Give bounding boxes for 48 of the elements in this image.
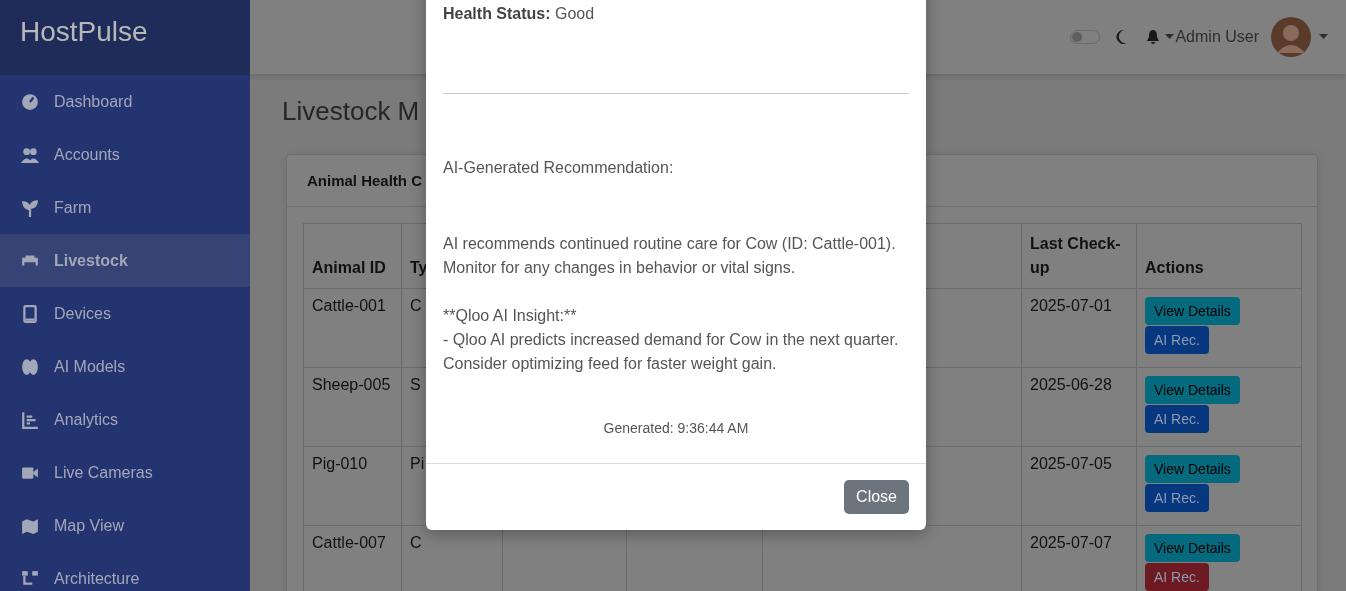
view-details-button[interactable]: View Details bbox=[1145, 376, 1240, 404]
sidebar-item[interactable]: Dashboard bbox=[0, 75, 250, 128]
sidebar-icon bbox=[20, 410, 40, 429]
sidebar-icon bbox=[20, 569, 40, 588]
sidebar-item[interactable]: Analytics bbox=[0, 393, 250, 446]
table-cell: 2025-06-28 bbox=[1021, 367, 1137, 447]
view-details-button[interactable]: View Details bbox=[1145, 297, 1240, 325]
table-cell: Cattle-007 bbox=[303, 525, 402, 591]
health-status: Health Status: Good bbox=[443, 4, 596, 24]
sidebar-item[interactable]: Live Cameras bbox=[0, 446, 250, 499]
view-details-button[interactable]: View Details bbox=[1145, 455, 1240, 483]
sidebar-icon bbox=[20, 145, 40, 164]
generated-time: Generated: 9:36:44 AM bbox=[602, 419, 750, 438]
user-avatar[interactable] bbox=[1271, 17, 1311, 57]
table-cell: 2025-07-05 bbox=[1021, 446, 1137, 526]
recommendation-heading: AI-Generated Recommendation: bbox=[443, 158, 675, 178]
page-title: Livestock M bbox=[282, 96, 421, 128]
sidebar-item[interactable]: Farm bbox=[0, 181, 250, 234]
table-cell: Pig-010 bbox=[303, 446, 402, 526]
table-cell: 2025-07-01 bbox=[1021, 288, 1137, 368]
view-details-button[interactable]: View Details bbox=[1145, 534, 1240, 562]
moon-icon[interactable] bbox=[1114, 29, 1129, 45]
sidebar-icon bbox=[20, 357, 40, 376]
ai-recommendation-button[interactable]: AI Rec. bbox=[1145, 563, 1209, 591]
caret-icon[interactable] bbox=[1319, 34, 1328, 40]
sidebar-item[interactable]: Map View bbox=[0, 499, 250, 552]
sidebar-icon bbox=[20, 198, 40, 217]
caret-icon bbox=[1165, 34, 1175, 40]
user-menu[interactable]: Admin User bbox=[1165, 28, 1259, 46]
ai-recommendation-button[interactable]: AI Rec. bbox=[1145, 326, 1209, 354]
column-header: Last Check-up bbox=[1021, 223, 1137, 289]
sidebar-item[interactable]: Devices bbox=[0, 287, 250, 340]
sidebar-icon bbox=[20, 304, 40, 323]
close-button[interactable]: Close bbox=[844, 480, 909, 514]
sidebar-icon bbox=[20, 92, 40, 111]
sidebar-item[interactable]: Livestock bbox=[0, 234, 250, 287]
table-cell: Cattle-001 bbox=[303, 288, 402, 368]
sidebar-item[interactable]: AI Models bbox=[0, 340, 250, 393]
ai-recommendation-button[interactable]: AI Rec. bbox=[1145, 405, 1209, 433]
sidebar-icon bbox=[20, 516, 40, 535]
sidebar-item[interactable]: Accounts bbox=[0, 128, 250, 181]
app-logo[interactable]: HostPulse bbox=[0, 0, 250, 75]
sidebar-item[interactable]: Architecture bbox=[0, 552, 250, 591]
bell-icon[interactable] bbox=[1146, 29, 1161, 45]
column-header: Actions bbox=[1136, 223, 1302, 289]
table-cell: Sheep-005 bbox=[303, 367, 402, 447]
column-header: Animal ID bbox=[303, 223, 402, 289]
ai-recommendation-button[interactable]: AI Rec. bbox=[1145, 484, 1209, 512]
